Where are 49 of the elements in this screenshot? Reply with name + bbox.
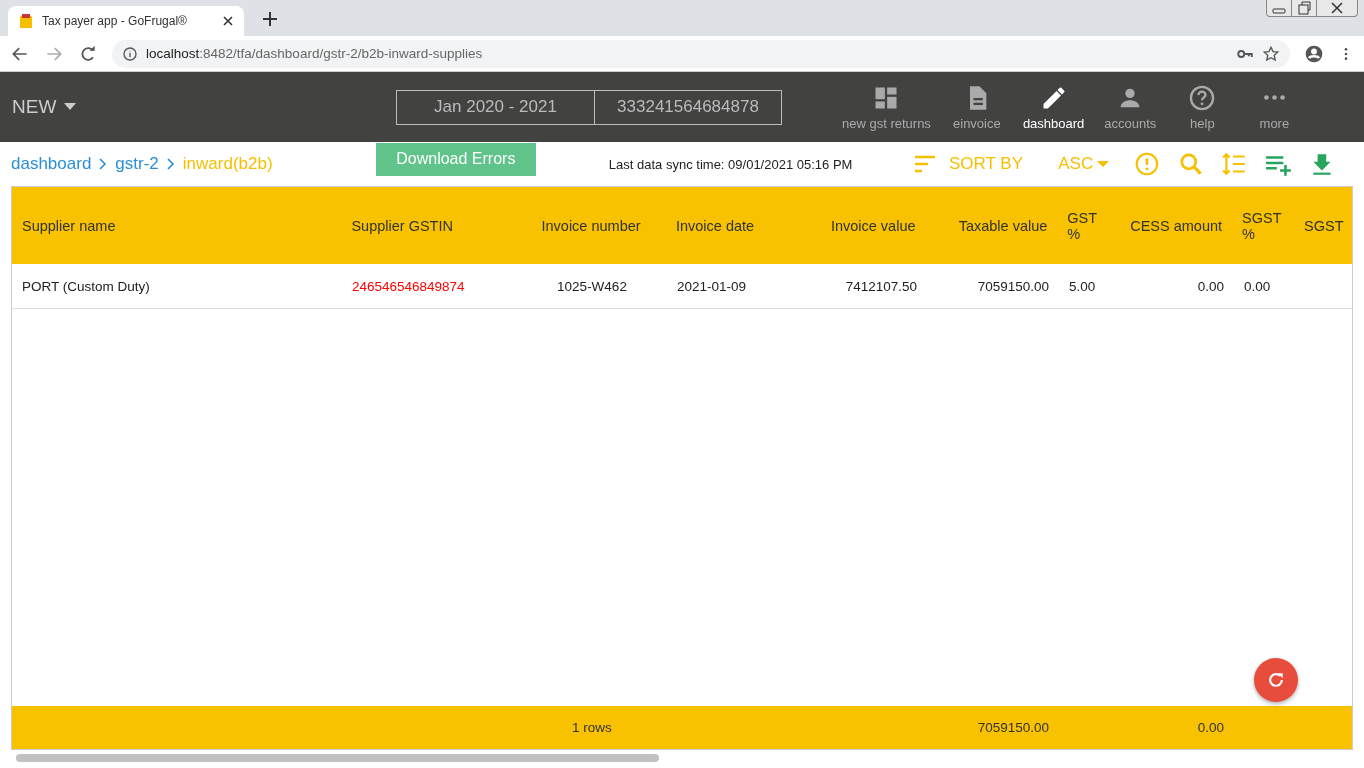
sort-icon [913,154,938,174]
refresh-icon [1266,670,1286,690]
table-cell-text: 0.00 [1196,277,1225,296]
new-menu[interactable]: NEW [12,96,87,118]
star-icon[interactable] [1262,44,1280,63]
help-icon [1188,83,1217,112]
column-header: Invoice number [540,216,642,236]
nav-item[interactable]: more [1238,83,1311,131]
browser-tab[interactable]: Tax payer app - GoFrugal® [8,6,244,36]
caret-icon [1097,160,1110,168]
column-header: Invoice date [674,216,756,236]
column-header: CESS amount [1129,216,1224,236]
column-header: Invoice value [829,216,917,236]
table-cell-text: 7059150.00 [976,277,1050,296]
scrollbar[interactable] [16,754,659,762]
total-cell-text: 7059150.00 [976,719,1050,737]
table-cell-text: 0.00 [1243,277,1272,296]
more-icon [1262,93,1286,101]
nav-item[interactable]: accounts [1094,83,1167,131]
column-header: GST % [1066,208,1098,244]
total-cell-text: 0.00 [1196,719,1225,737]
table-cell-text: 2021-01-09 [676,277,748,296]
table-cell-text: 246546546849874 [351,277,466,296]
row-count: 1 rows [571,719,613,737]
account-icon[interactable] [1304,43,1324,64]
address-bar[interactable]: localhost:8482/tfa/dashboard/gstr-2/b2b-inward-supplies [112,39,1290,68]
column-header: Taxable value [957,216,1049,236]
breadcrumb-link[interactable]: gstr-2 [115,154,159,174]
chevron-icon [99,158,108,170]
table-cell-text: 1025-W462 [556,277,628,296]
sync-time-text: Last data sync time: 09/01/2021 05:16 PM [608,156,854,172]
table-cell-text: PORT (Custom Duty) [21,277,151,296]
column-header: SGST % [1241,208,1283,244]
refresh-button[interactable] [1254,658,1298,702]
nav-item[interactable]: help [1166,83,1239,131]
close-icon[interactable] [222,15,234,27]
caret-icon [64,103,77,111]
nav-item[interactable]: new gst returns [832,83,941,131]
chevron-icon [166,158,175,170]
app-logo-icon [18,13,34,29]
table-cell-text: 5.00 [1068,277,1097,296]
column-header: SGST [1303,216,1345,236]
breadcrumb-link[interactable]: dashboard [11,154,92,174]
nav-item[interactable]: dashboard [1012,83,1095,131]
table-cell-text: 7412107.50 [844,277,918,296]
column-header: Supplier name [21,216,117,236]
info-icon[interactable] [122,45,138,62]
column-header: Supplier GSTIN [350,216,454,236]
nav-item[interactable]: einvoice [940,83,1013,131]
